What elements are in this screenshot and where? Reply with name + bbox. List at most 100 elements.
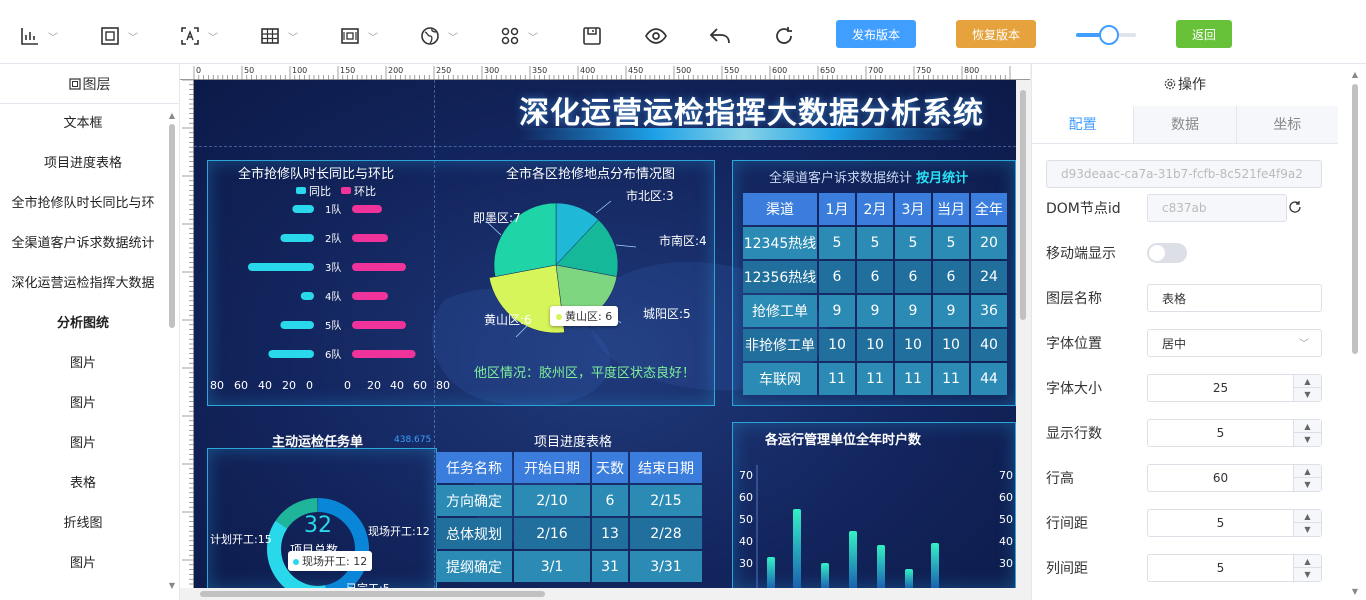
undo-button[interactable]	[709, 24, 731, 48]
refresh-icon[interactable]	[1288, 200, 1302, 214]
mobile-display-toggle[interactable]	[1147, 243, 1187, 263]
canvas-horizontal-scrollbar[interactable]	[180, 588, 1030, 600]
table-cell: 20	[971, 227, 1007, 259]
scroll-up-icon[interactable]: ▲	[1350, 70, 1360, 79]
table-cell: 6	[819, 261, 855, 293]
row-gap-stepper[interactable]: 5 ▲ ▼	[1147, 509, 1322, 537]
dom-id-field[interactable]: c837ab	[1147, 194, 1287, 222]
chevron-down-icon[interactable]: ▼	[1293, 478, 1321, 491]
chevron-up-icon[interactable]: ▲	[1293, 420, 1321, 433]
ruler-tick-label: 100	[292, 66, 307, 75]
panel-unit-hours[interactable]: 各运行管理单位全年时户数 70 60 50 40 30 70 60 50 40 30	[732, 422, 1016, 588]
table-row[interactable]: 车联网 11 11 11 11 44	[743, 363, 1007, 395]
layer-name-field[interactable]: 表格	[1147, 284, 1322, 312]
restore-version-button[interactable]: 恢复版本	[956, 20, 1036, 48]
tab-data[interactable]: 数据	[1134, 106, 1237, 143]
properties-scrollbar[interactable]: ▲ ▼	[1340, 64, 1366, 600]
customer-demand-table[interactable]: 渠道 1月 2月 3月 当月 全年 12345热线 5 5 5 5 20 12356热线 6 6 6 6 24 抢修…	[741, 191, 1009, 397]
font-size-stepper[interactable]: 25 ▲ ▼	[1147, 374, 1322, 402]
layer-item[interactable]: 图片	[0, 344, 166, 384]
table-row[interactable]: 抢修工单 9 9 9 9 36	[743, 295, 1007, 327]
scroll-thumb[interactable]	[1020, 90, 1026, 320]
panel-team-duration[interactable]: 全市抢修队时长同比与环比 全市各区抢修地点分布情况图 同比 环比 1队 2队 3队 4…	[207, 160, 715, 406]
display-rows-stepper[interactable]: 5 ▲ ▼	[1147, 419, 1322, 447]
bar-mom	[352, 321, 406, 329]
layer-item[interactable]: 图片	[0, 384, 166, 424]
ruler-tick-label: 300	[484, 66, 499, 75]
layer-item[interactable]: 深化运营运检指挥大数据	[0, 264, 166, 304]
chevron-down-icon[interactable]: ▼	[1293, 523, 1321, 536]
line-height-stepper[interactable]: 60 ▲ ▼	[1147, 464, 1322, 492]
project-progress-table[interactable]: 任务名称 开始日期 天数 结束日期 方向确定 2/10 6 2/15 总体规划 2/16 13 2/2…	[434, 450, 704, 584]
table-row[interactable]: 12356热线 6 6 6 6 24	[743, 261, 1007, 293]
preview-button[interactable]	[645, 24, 667, 48]
dashboard-title[interactable]: 深化运营运检指挥大数据分析系统	[519, 88, 984, 132]
dashboard-screen[interactable]: 深化运营运检指挥大数据分析系统 全市抢修队时长同比与环比 全市各区抢修地点分布情…	[194, 80, 1016, 588]
chevron-down-icon: ﹀	[288, 32, 298, 44]
scroll-thumb[interactable]	[1352, 84, 1358, 354]
component-uuid-field[interactable]: d93deaac-ca7a-31b7-fcfb-8c521fe4f9a2	[1046, 160, 1322, 188]
layer-item[interactable]: 图片	[0, 544, 166, 584]
ruler-tick-label: 600	[772, 66, 787, 75]
col-gap-stepper[interactable]: 5 ▲ ▼	[1147, 554, 1322, 582]
table-cell: 11	[857, 363, 893, 395]
text-tool[interactable]: ﹀	[180, 24, 218, 48]
ruler-tick-label: 800	[964, 66, 979, 75]
properties-title: 操作	[1178, 77, 1206, 93]
chevron-down-icon[interactable]: ▼	[1293, 388, 1321, 401]
back-button[interactable]: 返回	[1176, 20, 1232, 48]
stepper-value: 5	[1216, 426, 1225, 440]
publish-version-button[interactable]: 发布版本	[836, 20, 916, 48]
table-row[interactable]: 总体规划 2/16 13 2/28	[436, 518, 702, 549]
globe-tool[interactable]: ﹀	[420, 24, 458, 48]
layer-item[interactable]: 分析图统	[0, 304, 166, 344]
panel-task-list[interactable]: 主动运检任务单 438.675 32 项目总数 计划开工:15 现场开工:12 …	[207, 435, 437, 588]
save-button[interactable]	[582, 24, 602, 48]
redo-button[interactable]	[774, 24, 794, 48]
scroll-thumb[interactable]	[200, 591, 545, 597]
chevron-up-icon[interactable]: ▲	[1293, 555, 1321, 568]
table-row[interactable]: 12345热线 5 5 5 5 20	[743, 227, 1007, 259]
layer-item[interactable]: 图片	[0, 424, 166, 464]
layer-item[interactable]: 项目进度表格	[0, 144, 166, 184]
table-cell: 11	[933, 363, 969, 395]
table-row[interactable]: 方向确定 2/10 6 2/15	[436, 485, 702, 516]
layer-item[interactable]: 文本框	[0, 104, 166, 144]
scroll-thumb[interactable]	[169, 124, 175, 328]
chevron-down-icon[interactable]: ▼	[1293, 568, 1321, 581]
scroll-down-icon[interactable]: ▼	[168, 582, 176, 590]
scroll-down-icon[interactable]: ▼	[1350, 587, 1360, 596]
chevron-up-icon[interactable]: ▲	[1293, 510, 1321, 523]
layer-item[interactable]: 全渠道客户诉求数据统计	[0, 224, 166, 264]
tab-config[interactable]: 配置	[1032, 106, 1135, 143]
chevron-up-icon[interactable]: ▲	[1293, 375, 1321, 388]
layer-item[interactable]: 折线图	[0, 504, 166, 544]
chart-tool[interactable]: ﹀	[20, 24, 58, 48]
layers-icon	[68, 77, 81, 90]
table-row[interactable]: 非抢修工单 10 10 10 10 40	[743, 329, 1007, 361]
table-tool[interactable]: ﹀	[260, 24, 298, 48]
globe-icon	[421, 27, 439, 45]
bar-yoy	[280, 234, 314, 242]
panel-customer-demand[interactable]: 全渠道客户诉求数据统计 按月统计 渠道 1月 2月 3月 当月 全年 12345热线 5 5 5 5…	[732, 160, 1016, 406]
layer-item[interactable]: 全市抢修队时长同比与环	[0, 184, 166, 224]
media-tool[interactable]: ﹀	[340, 24, 378, 48]
save-icon	[583, 27, 601, 45]
font-position-select[interactable]: 居中 ﹀	[1147, 329, 1322, 357]
chevron-down-icon[interactable]: ▼	[1293, 433, 1321, 446]
grid-tool[interactable]: ﹀	[500, 24, 538, 48]
chevron-up-icon[interactable]: ▲	[1293, 465, 1321, 478]
scroll-up-icon[interactable]: ▲	[168, 112, 176, 120]
design-canvas[interactable]: 0 50 100 150 200 250 300 350 400 450 500 550 600 650 7…	[180, 64, 1030, 600]
zoom-slider-handle[interactable]	[1099, 25, 1119, 45]
frame-tool[interactable]: ﹀	[100, 24, 138, 48]
zoom-slider[interactable]	[1076, 25, 1136, 45]
table-cell: 11	[819, 363, 855, 395]
bar-yoy	[280, 321, 314, 329]
panel-project-progress[interactable]: 项目进度表格 任务名称 开始日期 天数 结束日期 方向确定 2/10 6 2/15 总体规划 2/…	[434, 432, 710, 588]
layer-item[interactable]: 表格	[0, 464, 166, 504]
canvas-vertical-scrollbar[interactable]	[1016, 80, 1030, 588]
layer-list-scrollbar[interactable]: ▲ ▼	[168, 112, 176, 590]
tab-coords[interactable]: 坐标	[1237, 106, 1338, 143]
table-row[interactable]: 提纲确定 3/1 31 3/31	[436, 551, 702, 582]
